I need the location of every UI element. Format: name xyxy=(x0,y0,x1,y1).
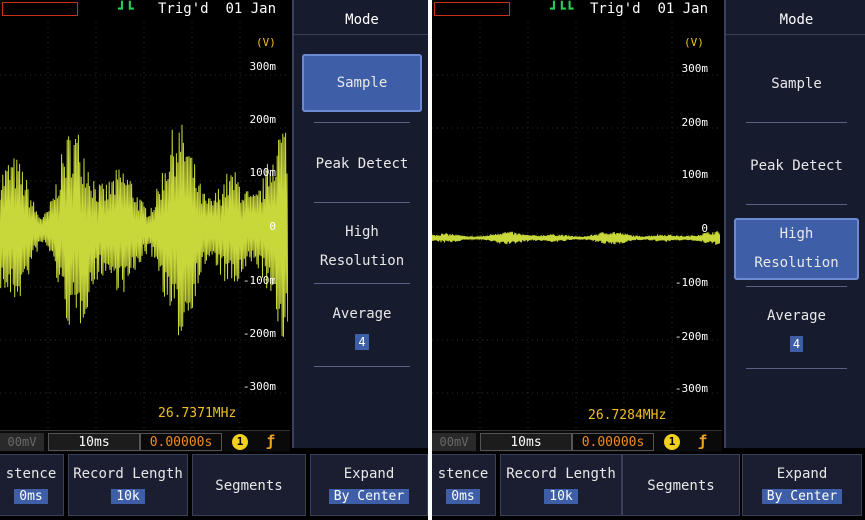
horizontal-position[interactable]: 0.00000s xyxy=(140,433,222,451)
y-tick: -300m xyxy=(242,380,276,393)
mode-option-text: Resolution xyxy=(754,255,839,271)
softkey-value: By Center xyxy=(328,489,410,504)
mode-menu: Mode Sample Peak Detect High Resolution … xyxy=(724,0,865,448)
softkey-label: Expand xyxy=(776,466,828,482)
y-tick: -200m xyxy=(242,327,276,340)
average-count: 4 xyxy=(789,336,804,352)
horizontal-status-bar: 00mV 10ms 0.00000s 1 ƒ xyxy=(0,430,290,453)
softkey-label: Segments xyxy=(215,478,283,494)
mode-option-text: Average xyxy=(766,308,826,324)
mode-high-resolution-button[interactable]: High Resolution xyxy=(734,218,859,280)
waveform-display: (V) 300m 200m 100m 0 -100m -200m -300m 2… xyxy=(0,22,288,428)
y-tick: 0 xyxy=(701,222,708,235)
menu-divider xyxy=(746,368,847,369)
mode-high-resolution-button[interactable]: High Resolution xyxy=(302,218,422,276)
y-tick: 300m xyxy=(249,60,277,73)
horizontal-status-bar: 00mV 10ms 0.00000s 1 ƒ xyxy=(432,430,722,453)
menu-divider xyxy=(314,122,410,123)
softkey-value: 10k xyxy=(111,489,145,504)
menu-divider xyxy=(314,366,410,367)
menu-divider xyxy=(746,204,847,205)
mode-option-text: Average xyxy=(332,306,392,322)
y-tick: 100m xyxy=(249,166,277,179)
rising-edge-icon: ƒ xyxy=(266,432,276,450)
time-per-div[interactable]: 10ms xyxy=(480,433,572,451)
trigger-edge-icon: ┛┗┗ xyxy=(550,2,574,17)
mode-sample-button[interactable]: Sample xyxy=(302,54,422,112)
softkey-label: Record Length xyxy=(506,466,616,482)
mode-peak-detect-button[interactable]: Peak Detect xyxy=(734,152,859,180)
top-status-bar: ┛┗┗ Trig'd 01 Jan xyxy=(432,0,722,22)
menu-divider xyxy=(314,202,410,203)
volts-unit-label: (V) xyxy=(256,36,276,49)
trigger-edge-icon: ┛┗ xyxy=(118,2,134,17)
softkey-label: Segments xyxy=(647,478,715,494)
mode-average-button[interactable]: Average 4 xyxy=(734,302,859,358)
segments-button[interactable]: Segments xyxy=(192,454,306,516)
softkey-label: stence xyxy=(5,466,57,482)
trigger-status: Trig'd 01 Jan xyxy=(590,1,709,17)
trigger-status: Trig'd 01 Jan xyxy=(158,1,277,17)
volts-per-div: 00mV xyxy=(0,433,44,451)
channel-1-icon: 1 xyxy=(232,434,248,450)
frequency-readout: 26.7284MHz xyxy=(588,408,667,423)
persistence-button[interactable]: stence 0ms xyxy=(0,454,64,516)
channel-1-icon: 1 xyxy=(664,434,680,450)
menu-divider xyxy=(314,283,410,284)
scope-panel-sample: ┛┗ Trig'd 01 Jan (V) 300m 200m 100m 0 -1… xyxy=(0,0,428,520)
y-tick: -100m xyxy=(242,274,276,287)
y-tick: 0 xyxy=(269,220,276,233)
softkey-value: 0ms xyxy=(446,489,480,504)
y-tick: -300m xyxy=(674,382,708,395)
mode-menu: Mode Sample Peak Detect High Resolution … xyxy=(292,0,428,448)
softkey-value: 0ms xyxy=(14,489,48,504)
frequency-readout: 26.7371MHz xyxy=(158,406,237,421)
y-tick: -200m xyxy=(674,330,708,343)
y-tick: 200m xyxy=(249,113,277,126)
expand-button[interactable]: Expand By Center xyxy=(742,454,862,516)
average-count: 4 xyxy=(355,334,369,350)
time-per-div[interactable]: 10ms xyxy=(48,433,140,451)
y-tick: 200m xyxy=(681,116,709,129)
mode-sample-button[interactable]: Sample xyxy=(734,70,859,98)
y-tick: 100m xyxy=(681,168,709,181)
mode-peak-detect-button[interactable]: Peak Detect xyxy=(302,150,422,178)
softkey-label: Expand xyxy=(343,466,395,482)
menu-title: Mode xyxy=(294,6,428,35)
menu-divider xyxy=(746,122,847,123)
record-length-button[interactable]: Record Length 10k xyxy=(68,454,188,516)
softkey-label: stence xyxy=(437,466,489,482)
waveform-overview xyxy=(434,2,510,16)
segments-button[interactable]: Segments xyxy=(622,454,740,516)
persistence-button[interactable]: stence 0ms xyxy=(432,454,496,516)
y-tick: 300m xyxy=(681,62,709,75)
mode-option-text: High xyxy=(345,224,379,240)
menu-title: Mode xyxy=(726,6,865,35)
top-status-bar: ┛┗ Trig'd 01 Jan xyxy=(0,0,290,22)
rising-edge-icon: ƒ xyxy=(698,432,708,450)
mode-option-text: High xyxy=(779,226,814,242)
horizontal-position[interactable]: 0.00000s xyxy=(572,433,654,451)
waveform-overview xyxy=(2,2,78,16)
record-length-button[interactable]: Record Length 10k xyxy=(500,454,622,516)
bottom-softkey-bar: stence 0ms Record Length 10k Segments Ex… xyxy=(432,452,865,520)
volts-unit-label: (V) xyxy=(684,36,704,49)
expand-button[interactable]: Expand By Center xyxy=(310,454,428,516)
mode-option-text: Resolution xyxy=(319,253,405,269)
scope-panel-high-resolution: ┛┗┗ Trig'd 01 Jan (V) 300m 200m 100m 0 -… xyxy=(432,0,865,520)
softkey-value: 10k xyxy=(544,489,578,504)
volts-per-div: 00mV xyxy=(432,433,476,451)
softkey-value: By Center xyxy=(761,489,843,504)
bottom-softkey-bar: stence 0ms Record Length 10k Segments Ex… xyxy=(0,452,428,520)
menu-divider xyxy=(746,286,847,287)
softkey-label: Record Length xyxy=(73,466,183,482)
y-tick: -100m xyxy=(674,276,708,289)
waveform-display: (V) 300m 200m 100m 0 -100m -200m -300m 2… xyxy=(432,22,720,428)
mode-average-button[interactable]: Average 4 xyxy=(302,300,422,356)
